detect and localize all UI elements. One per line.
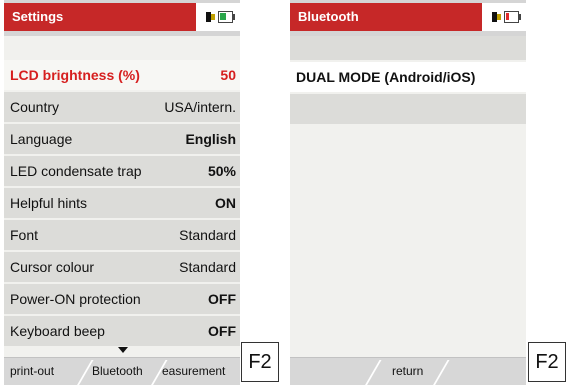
battery-tip bbox=[519, 14, 521, 20]
menu-item-label: Keyboard beep bbox=[10, 323, 105, 339]
page-title: Settings bbox=[12, 9, 64, 24]
battery-level bbox=[220, 13, 226, 20]
softkey-return[interactable]: return bbox=[392, 364, 423, 378]
battery-indicator bbox=[196, 3, 240, 31]
blank-row bbox=[290, 94, 526, 124]
plug-icon-tip bbox=[497, 14, 501, 20]
menu-item-label: Power-ON protection bbox=[10, 291, 141, 307]
settings-menu: LCD brightness (%) 50 Country USA/intern… bbox=[4, 60, 240, 348]
settings-titlebar: Settings bbox=[4, 0, 240, 36]
menu-item-font[interactable]: Font Standard bbox=[4, 220, 240, 250]
menu-item-label: LED condensate trap bbox=[10, 163, 142, 179]
menu-item-value: OFF bbox=[208, 323, 236, 339]
f2-key[interactable]: F2 bbox=[528, 342, 566, 382]
menu-item-label: LCD brightness (%) bbox=[10, 67, 140, 83]
battery-level bbox=[506, 13, 509, 20]
menu-item-label: Font bbox=[10, 227, 39, 243]
menu-item-value: ON bbox=[215, 195, 236, 211]
menu-item-label: Helpful hints bbox=[10, 195, 88, 211]
menu-item-value: OFF bbox=[208, 291, 236, 307]
softkey-bluetooth[interactable]: Bluetooth bbox=[92, 364, 143, 378]
softkey-bar: print-out Bluetooth easurement bbox=[4, 357, 240, 385]
menu-item-label: Cursor colour bbox=[10, 259, 95, 275]
battery-indicator bbox=[482, 3, 526, 31]
page-title: Bluetooth bbox=[298, 9, 359, 24]
f2-key[interactable]: F2 bbox=[241, 342, 279, 382]
menu-item-helpful-hints[interactable]: Helpful hints ON bbox=[4, 188, 240, 218]
menu-item-value: USA/intern. bbox=[164, 99, 236, 115]
menu-item-keyboard-beep[interactable]: Keyboard beep OFF bbox=[4, 316, 240, 346]
battery-icon bbox=[504, 11, 519, 23]
blank-row bbox=[290, 36, 526, 60]
menu-item-power-on-protection[interactable]: Power-ON protection OFF bbox=[4, 284, 240, 314]
softkey-divider bbox=[76, 360, 94, 385]
menu-item-value: 50% bbox=[207, 163, 236, 179]
menu-item-cursor-colour[interactable]: Cursor colour Standard bbox=[4, 252, 240, 282]
plug-icon-tip bbox=[211, 14, 215, 20]
bluetooth-screen: Bluetooth DUAL MODE (Android/iOS) return bbox=[290, 0, 526, 385]
softkey-bar: return bbox=[290, 357, 526, 385]
menu-item-lcd-brightness[interactable]: LCD brightness (%) 50 bbox=[4, 60, 240, 90]
softkey-divider bbox=[432, 360, 450, 385]
softkey-measurement[interactable]: easurement bbox=[162, 364, 225, 378]
menu-item-value: Standard bbox=[179, 227, 236, 243]
scroll-down-icon[interactable] bbox=[118, 347, 128, 353]
menu-item-value: English bbox=[185, 131, 236, 147]
menu-item-value: 50 bbox=[220, 67, 236, 83]
settings-screen: Settings LCD brightness (%) 50 Country U… bbox=[4, 0, 240, 385]
bluetooth-titlebar: Bluetooth bbox=[290, 0, 526, 36]
menu-item-led-condensate-trap[interactable]: LED condensate trap 50% bbox=[4, 156, 240, 186]
menu-item-label: Country bbox=[10, 99, 60, 115]
battery-tip bbox=[233, 14, 235, 20]
softkey-divider bbox=[364, 360, 382, 385]
bluetooth-mode-item[interactable]: DUAL MODE (Android/iOS) bbox=[290, 62, 526, 92]
battery-icon bbox=[218, 11, 233, 23]
menu-item-value: Standard bbox=[179, 259, 236, 275]
menu-item-language[interactable]: Language English bbox=[4, 124, 240, 154]
menu-item-label: Language bbox=[10, 131, 73, 147]
menu-item-country[interactable]: Country USA/intern. bbox=[4, 92, 240, 122]
softkey-print-out[interactable]: print-out bbox=[10, 364, 54, 378]
